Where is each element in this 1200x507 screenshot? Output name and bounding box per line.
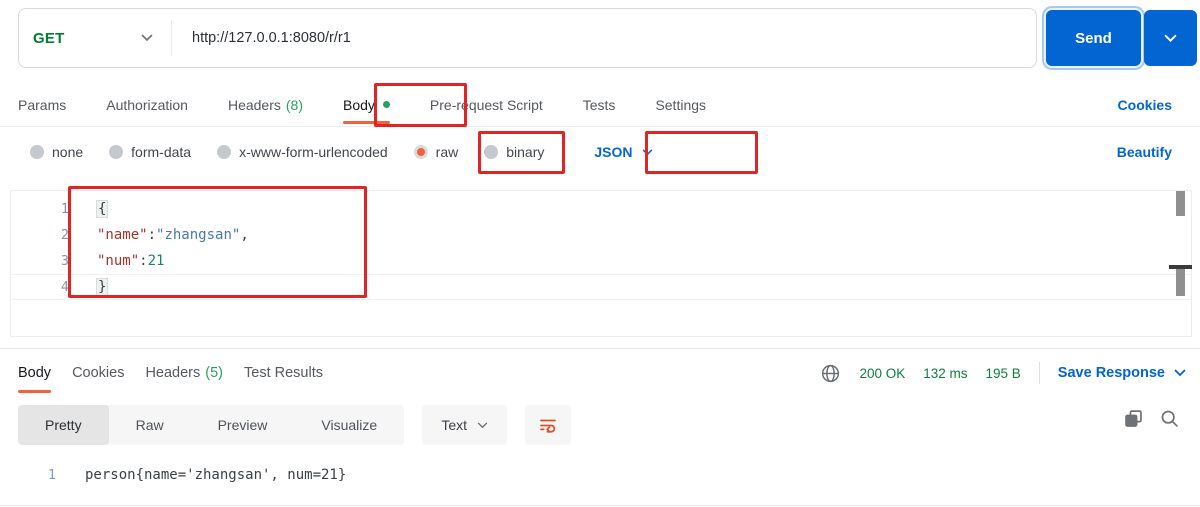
search-icon xyxy=(1161,410,1178,427)
format-select[interactable]: JSON xyxy=(594,144,652,160)
view-raw[interactable]: Raw xyxy=(109,405,191,445)
cookies-link[interactable]: Cookies xyxy=(1118,82,1172,127)
response-body: 1 person{name='zhangsan', num=21} xyxy=(0,462,1200,488)
view-pretty[interactable]: Pretty xyxy=(18,405,109,445)
chevron-down-icon xyxy=(1174,369,1186,377)
text-wrap-icon xyxy=(540,419,557,433)
view-preview[interactable]: Preview xyxy=(191,405,295,445)
response-headers-count: (5) xyxy=(205,365,223,381)
line-number: 1 xyxy=(47,467,56,483)
mode-none[interactable]: none xyxy=(30,144,83,160)
body-mode-row: none form-data x-www-form-urlencoded raw… xyxy=(30,130,653,174)
response-tab-headers[interactable]: Headers (5) xyxy=(145,352,223,394)
postman-request-view: GET http://127.0.0.1:8080/r/r1 Send Para… xyxy=(0,0,1200,507)
method-select[interactable]: GET xyxy=(19,9,171,67)
tab-params[interactable]: Params xyxy=(18,82,66,127)
tab-settings[interactable]: Settings xyxy=(655,82,706,127)
send-button[interactable]: Send xyxy=(1046,10,1141,66)
editor-scrollbar-thumb[interactable] xyxy=(1176,191,1185,216)
line-number: 1 xyxy=(60,201,69,217)
response-tab-cookies[interactable]: Cookies xyxy=(72,352,124,394)
brace-close: } xyxy=(97,279,108,295)
radio-icon xyxy=(30,145,44,159)
save-response-button[interactable]: Save Response xyxy=(1058,365,1186,381)
editor-scrollbar-thumb[interactable] xyxy=(1176,269,1185,296)
response-tabs: Body Cookies Headers (5) Test Results xyxy=(18,352,323,394)
editor-line: 3 "num":21 xyxy=(11,248,1191,274)
response-language-select[interactable]: Text xyxy=(422,405,508,445)
response-separator xyxy=(0,348,1200,349)
line-number: 3 xyxy=(60,253,69,269)
body-modified-dot xyxy=(382,101,390,108)
radio-icon xyxy=(217,145,232,159)
response-view-switcher: Pretty Raw Preview Visualize xyxy=(18,405,405,445)
editor-line: 2 "name":"zhangsan", xyxy=(11,222,1191,248)
line-number: 2 xyxy=(60,227,69,243)
chevron-down-icon xyxy=(1164,34,1177,42)
url-input[interactable]: http://127.0.0.1:8080/r/r1 xyxy=(192,30,351,46)
mode-form-data[interactable]: form-data xyxy=(109,144,191,160)
request-body-editor[interactable]: 1 { 2 "name":"zhangsan", 3 "num":21 4 } xyxy=(10,190,1192,337)
mode-raw[interactable]: raw xyxy=(413,144,458,160)
status-code: 200 OK xyxy=(859,365,906,381)
network-info-button[interactable] xyxy=(820,363,841,384)
bottom-border xyxy=(0,505,1200,506)
radio-icon xyxy=(109,145,124,159)
mode-binary[interactable]: binary xyxy=(484,144,544,160)
request-tabs-row: Params Authorization Headers (8) Body Pre… xyxy=(0,82,1200,127)
chevron-down-icon xyxy=(477,422,488,428)
editor-line: 1 { xyxy=(11,196,1191,222)
radio-selected-icon xyxy=(413,145,428,159)
response-body-text: person{name='zhangsan', num=21} xyxy=(85,467,347,483)
chevron-down-icon xyxy=(141,34,153,42)
response-size: 195 B xyxy=(985,365,1021,381)
headers-count: (8) xyxy=(285,96,303,113)
method-label: GET xyxy=(33,29,65,47)
chevron-down-icon xyxy=(642,149,652,155)
beautify-link[interactable]: Beautify xyxy=(1117,130,1172,174)
response-status-bar: 200 OK 132 ms 195 B Save Response xyxy=(820,352,1186,394)
request-tabs: Params Authorization Headers (8) Body Pre… xyxy=(18,82,706,127)
annotation-box-json-select xyxy=(645,131,758,174)
url-divider xyxy=(171,20,172,56)
editor-line-active: 4 } xyxy=(11,274,1191,300)
response-tab-body[interactable]: Body xyxy=(18,352,52,394)
response-actions xyxy=(1123,408,1180,429)
tab-authorization[interactable]: Authorization xyxy=(106,82,188,127)
tab-tests[interactable]: Tests xyxy=(583,82,616,127)
response-toolbar: Pretty Raw Preview Visualize Text xyxy=(18,405,572,445)
view-visualize[interactable]: Visualize xyxy=(294,405,404,445)
radio-icon xyxy=(484,145,499,159)
search-button[interactable] xyxy=(1159,408,1180,429)
response-time: 132 ms xyxy=(923,365,968,381)
tab-headers[interactable]: Headers (8) xyxy=(228,82,303,127)
response-tab-test-results[interactable]: Test Results xyxy=(244,352,323,394)
copy-icon xyxy=(1125,410,1142,427)
url-bar: GET http://127.0.0.1:8080/r/r1 xyxy=(18,8,1037,68)
copy-button[interactable] xyxy=(1123,408,1144,429)
mode-x-www-form-urlencoded[interactable]: x-www-form-urlencoded xyxy=(217,144,388,160)
send-options-button[interactable] xyxy=(1144,10,1197,66)
wrap-text-button[interactable] xyxy=(525,405,572,445)
tab-pre-request-script[interactable]: Pre-request Script xyxy=(430,82,543,127)
status-divider xyxy=(1038,362,1040,384)
line-number: 4 xyxy=(60,279,69,295)
globe-icon xyxy=(822,364,840,382)
brace-open: { xyxy=(97,201,108,217)
tab-body[interactable]: Body xyxy=(343,82,390,127)
